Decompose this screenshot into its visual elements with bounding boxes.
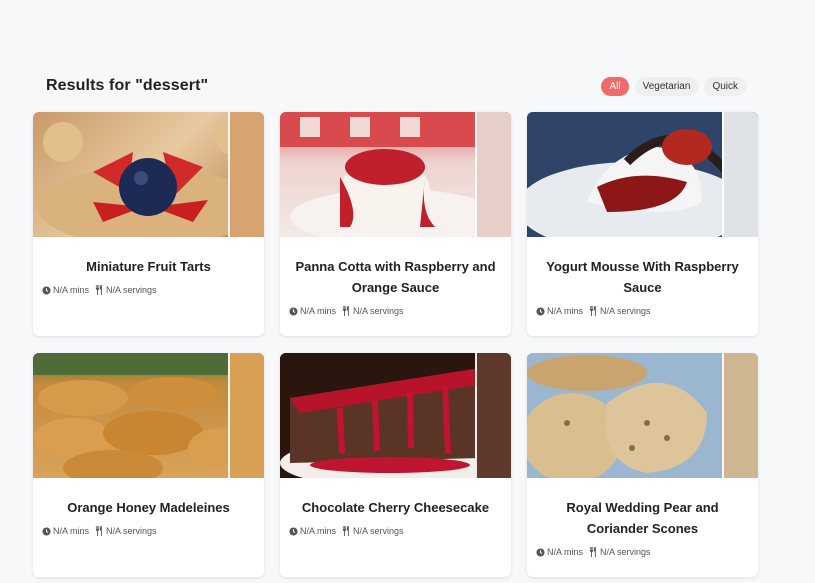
recipe-title: Miniature Fruit Tarts — [86, 259, 211, 274]
recipe-title: Yogurt Mousse With Raspberry Sauce — [546, 259, 739, 295]
recipe-image — [527, 353, 758, 478]
recipe-time: N/A mins — [53, 526, 90, 536]
results-header: Results for "dessert" All Vegetarian Qui… — [46, 74, 746, 98]
recipe-servings: N/A servings — [106, 526, 157, 536]
results-heading: Results for "dessert" — [46, 77, 209, 94]
clock-icon — [536, 547, 545, 557]
recipe-servings: N/A servings — [600, 547, 651, 557]
filter-chips: All Vegetarian Quick — [601, 76, 746, 96]
filter-chip-all[interactable]: All — [601, 76, 629, 96]
recipe-card[interactable]: Royal Wedding Pear and Coriander Scones … — [527, 353, 758, 577]
recipe-meta: N/A mins N/A servings — [280, 518, 511, 536]
recipe-title: Orange Honey Madeleines — [67, 500, 230, 515]
recipe-meta: N/A mins N/A servings — [33, 518, 264, 536]
recipe-title: Chocolate Cherry Cheesecake — [301, 500, 490, 515]
recipe-title: Royal Wedding Pear and Coriander Scones — [566, 500, 719, 536]
search-results-page: Results for "dessert" All Vegetarian Qui… — [0, 0, 815, 583]
recipe-card[interactable]: Orange Honey Madeleines N/A mins N/A ser… — [33, 353, 264, 577]
recipe-servings: N/A servings — [600, 306, 651, 316]
utensils-icon — [95, 526, 104, 536]
recipe-meta: N/A mins N/A servings — [33, 277, 264, 295]
recipe-image — [33, 353, 264, 478]
utensils-icon — [342, 526, 351, 536]
recipe-card[interactable]: Panna Cotta with Raspberry and Orange Sa… — [280, 112, 511, 336]
recipe-image — [280, 353, 511, 478]
recipe-servings: N/A servings — [353, 526, 404, 536]
recipe-card[interactable]: Yogurt Mousse With Raspberry Sauce N/A m… — [527, 112, 758, 336]
recipe-servings: N/A servings — [353, 306, 404, 316]
recipe-image — [33, 112, 264, 237]
recipe-image — [280, 112, 511, 237]
recipe-title: Panna Cotta with Raspberry and Orange Sa… — [295, 259, 496, 295]
utensils-icon — [95, 285, 104, 295]
clock-icon — [289, 526, 298, 536]
clock-icon — [42, 285, 51, 295]
recipe-time: N/A mins — [300, 526, 337, 536]
utensils-icon — [589, 547, 598, 557]
filter-chip-vegetarian[interactable]: Vegetarian — [634, 76, 699, 96]
recipe-time: N/A mins — [53, 285, 90, 295]
recipe-card[interactable]: Miniature Fruit Tarts N/A mins N/A servi… — [33, 112, 264, 336]
utensils-icon — [342, 306, 351, 316]
recipe-time: N/A mins — [547, 547, 584, 557]
recipe-time: N/A mins — [547, 306, 584, 316]
clock-icon — [536, 306, 545, 316]
filter-chip-quick[interactable]: Quick — [704, 76, 746, 96]
recipe-image — [527, 112, 758, 237]
clock-icon — [42, 526, 51, 536]
recipe-servings: N/A servings — [106, 285, 157, 295]
clock-icon — [289, 306, 298, 316]
recipe-time: N/A mins — [300, 306, 337, 316]
utensils-icon — [589, 306, 598, 316]
recipe-card[interactable]: Chocolate Cherry Cheesecake N/A mins N/A… — [280, 353, 511, 577]
recipe-meta: N/A mins N/A servings — [527, 298, 758, 316]
recipe-meta: N/A mins N/A servings — [280, 298, 511, 316]
recipe-meta: N/A mins N/A servings — [527, 539, 758, 557]
